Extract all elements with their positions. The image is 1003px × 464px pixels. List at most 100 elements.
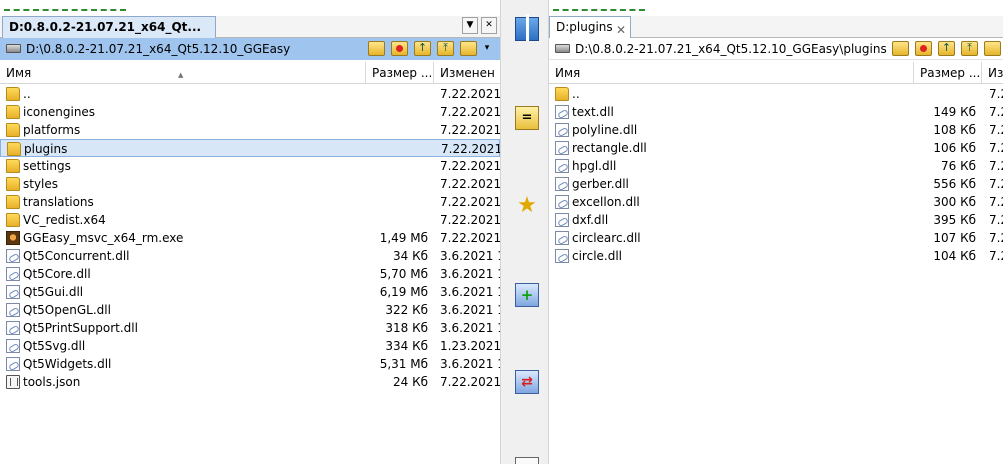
file-row[interactable]: hpgl.dll 76 Кб 7.2 xyxy=(549,157,1003,175)
favorites-icon[interactable] xyxy=(391,41,408,56)
file-size: 5,31 Мб xyxy=(379,357,428,371)
file-name: .. xyxy=(23,87,31,101)
file-row[interactable]: plugins 7.22.2021 xyxy=(0,139,500,157)
file-row[interactable]: dxf.dll 395 Кб 7.2 xyxy=(549,211,1003,229)
parent-folder-icon[interactable]: ↑ xyxy=(938,41,955,56)
magic-tool-icon[interactable]: ★ xyxy=(515,194,539,218)
file-date: 3.6.2021 1 xyxy=(440,249,500,263)
add-tool-icon[interactable]: + xyxy=(515,283,539,307)
file-row[interactable]: .. 7.2 xyxy=(549,85,1003,103)
file-row[interactable]: gerber.dll 556 Кб 7.2 xyxy=(549,175,1003,193)
file-date: 7.22.2021 xyxy=(440,195,500,209)
file-row[interactable]: excellon.dll 300 Кб 7.2 xyxy=(549,193,1003,211)
file-size xyxy=(366,211,428,229)
compare-tool-icon[interactable]: = xyxy=(515,106,539,130)
dll-icon xyxy=(6,321,20,335)
column-size-header[interactable]: Размер ... xyxy=(914,62,982,84)
file-date: 7.22.2021 xyxy=(440,87,500,101)
folder-icon xyxy=(6,105,20,119)
file-size: 322 Кб xyxy=(385,303,428,317)
document-tool-icon[interactable] xyxy=(515,457,539,464)
file-date: 7.2 xyxy=(989,159,1003,173)
favorites-icon[interactable] xyxy=(915,41,932,56)
file-date: 3.6.2021 1 xyxy=(440,285,500,299)
copy-path-icon[interactable] xyxy=(984,41,1001,56)
file-row[interactable]: platforms 7.22.2021 xyxy=(0,121,500,139)
right-path-bar[interactable]: D:\0.8.0.2-21.07.21_x64_Qt5.12.10_GGEasy… xyxy=(549,38,1003,60)
folder-icon xyxy=(6,195,20,209)
file-size: 34 Кб xyxy=(392,249,428,263)
file-name: Qt5Concurrent.dll xyxy=(23,249,130,263)
path-menu-caret-icon[interactable]: ▾ xyxy=(483,41,491,56)
file-name: Qt5Gui.dll xyxy=(23,285,84,299)
file-size: 318 Кб xyxy=(385,321,428,335)
file-row[interactable]: Qt5Widgets.dll 5,31 Мб 3.6.2021 1 xyxy=(0,355,500,373)
file-row[interactable]: VC_redist.x64 7.22.2021 xyxy=(0,211,500,229)
file-date: 7.2 xyxy=(989,177,1003,191)
file-row[interactable]: Qt5Svg.dll 334 Кб 1.23.2021 xyxy=(0,337,500,355)
dll-icon xyxy=(6,303,20,317)
file-row[interactable]: settings 7.22.2021 xyxy=(0,157,500,175)
file-row[interactable]: tools.json 24 Кб 7.22.2021 xyxy=(0,373,500,391)
left-path-text: D:\0.8.0.2-21.07.21_x64_Qt5.12.10_GGEasy xyxy=(26,42,291,56)
file-date: 1.23.2021 xyxy=(440,339,500,353)
file-row[interactable]: circle.dll 104 Кб 7.2 xyxy=(549,247,1003,265)
parent-folder-icon[interactable]: ↑ xyxy=(414,41,431,56)
copy-path-icon[interactable] xyxy=(460,41,477,56)
file-row[interactable]: styles 7.22.2021 xyxy=(0,175,500,193)
file-row[interactable]: text.dll 149 Кб 7.2 xyxy=(549,103,1003,121)
file-size xyxy=(366,193,428,211)
column-modified-header[interactable]: Из xyxy=(982,62,1003,84)
file-row[interactable]: .. 7.22.2021 xyxy=(0,85,500,103)
json-icon xyxy=(6,375,20,389)
file-name: .. xyxy=(572,87,580,101)
file-date: 7.22.2021 xyxy=(440,159,500,173)
file-row[interactable]: Qt5Gui.dll 6,19 Мб 3.6.2021 1 xyxy=(0,283,500,301)
left-tab-current[interactable]: D:0.8.0.2-21.07.21_x64_Qt... xyxy=(2,16,216,38)
history-icon[interactable] xyxy=(892,41,909,56)
column-name-header[interactable]: Имя ▲ xyxy=(0,62,366,84)
right-column-header: Имя Размер ... Из xyxy=(549,62,1003,84)
root-folder-icon[interactable]: ⤒ xyxy=(437,41,454,56)
column-modified-header[interactable]: Изменен xyxy=(434,62,500,84)
file-date: 7.2 xyxy=(989,231,1003,245)
file-name: VC_redist.x64 xyxy=(23,213,106,227)
column-name-header[interactable]: Имя xyxy=(549,62,914,84)
left-tab-title: D:0.8.0.2-21.07.21_x64_Qt... xyxy=(9,20,202,34)
file-size: 1,49 Мб xyxy=(379,231,428,245)
right-tab-current[interactable]: D:plugins ✕ xyxy=(549,16,631,38)
left-file-panel: D:0.8.0.2-21.07.21_x64_Qt... ▼ ✕ D:\0.8.… xyxy=(0,0,500,464)
history-icon[interactable] xyxy=(368,41,385,56)
left-file-list: .. 7.22.2021 iconengines 7.22.2021 platforms… xyxy=(0,85,500,391)
file-row[interactable]: GGEasy_msvc_x64_rm.exe 1,49 Мб 7.22.2021 xyxy=(0,229,500,247)
file-row[interactable]: polyline.dll 108 Кб 7.2 xyxy=(549,121,1003,139)
file-row[interactable]: circlearc.dll 107 Кб 7.2 xyxy=(549,229,1003,247)
archive-tool-icon[interactable] xyxy=(515,14,539,41)
file-date: 7.22.2021 xyxy=(440,123,500,137)
file-row[interactable]: Qt5OpenGL.dll 322 Кб 3.6.2021 1 xyxy=(0,301,500,319)
left-path-bar[interactable]: D:\0.8.0.2-21.07.21_x64_Qt5.12.10_GGEasy… xyxy=(0,38,500,60)
file-name: rectangle.dll xyxy=(572,141,647,155)
root-folder-icon[interactable]: ⤒ xyxy=(961,41,978,56)
file-size xyxy=(367,140,429,158)
file-date: 7.22.2021 xyxy=(440,375,500,389)
file-date: 7.2 xyxy=(989,213,1003,227)
file-size xyxy=(366,157,428,175)
file-size xyxy=(914,85,976,103)
file-row[interactable]: translations 7.22.2021 xyxy=(0,193,500,211)
file-row[interactable]: Qt5PrintSupport.dll 318 Кб 3.6.2021 1 xyxy=(0,319,500,337)
file-row[interactable]: iconengines 7.22.2021 xyxy=(0,103,500,121)
file-date: 7.22.2021 xyxy=(440,177,500,191)
file-row[interactable]: Qt5Core.dll 5,70 Мб 3.6.2021 1 xyxy=(0,265,500,283)
tab-close-icon[interactable]: ✕ xyxy=(481,17,497,34)
right-tab-title: D:plugins xyxy=(556,20,613,34)
file-size: 107 Кб xyxy=(933,231,976,245)
sync-tool-icon[interactable]: ⇄ xyxy=(515,370,539,394)
file-row[interactable]: Qt5Concurrent.dll 34 Кб 3.6.2021 1 xyxy=(0,247,500,265)
column-size-header[interactable]: Размер ... xyxy=(366,62,434,84)
tab-list-dropdown-icon[interactable]: ▼ xyxy=(462,17,478,34)
file-row[interactable]: rectangle.dll 106 Кб 7.2 xyxy=(549,139,1003,157)
file-size: 5,70 Мб xyxy=(379,267,428,281)
file-date: 7.2 xyxy=(989,195,1003,209)
dll-icon xyxy=(6,285,20,299)
